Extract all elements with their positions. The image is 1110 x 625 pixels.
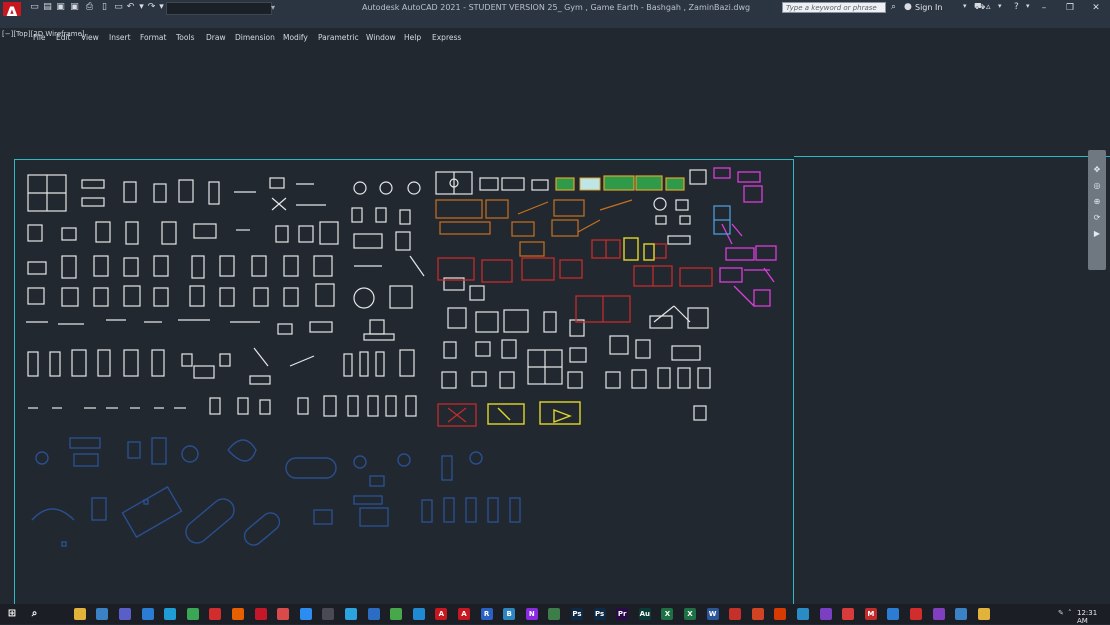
audition-icon[interactable]: Au (638, 608, 651, 620)
save-as-icon[interactable]: ▣ (70, 3, 79, 12)
taskbar-clock[interactable]: 12:31 AM (1077, 609, 1110, 625)
excel2-icon[interactable]: X (684, 608, 696, 620)
search-input[interactable]: Type a keyword or phrase (782, 2, 886, 13)
opera-gx-icon[interactable] (254, 608, 267, 620)
user-icon[interactable]: ● (904, 2, 912, 12)
menu-bar: File Edit View Insert Format Tools Draw … (0, 16, 1110, 42)
app15-icon[interactable] (910, 608, 922, 620)
chevron-down-icon[interactable]: ▾ (998, 2, 1002, 10)
app8-icon[interactable] (751, 608, 764, 620)
start-icon[interactable]: ⊞ (6, 608, 18, 620)
app18-icon[interactable] (977, 608, 990, 620)
minimize-icon[interactable]: – (1031, 0, 1057, 16)
steering-wheel-icon[interactable]: ◎ (1091, 180, 1103, 192)
viewport-controls[interactable]: [−][Top][2D Wireframe] (2, 30, 85, 38)
chrome-icon[interactable] (186, 608, 199, 620)
firefox-icon[interactable] (232, 608, 244, 620)
navigation-bar: ✥ ◎ ⊕ ⟳ ▶ (1088, 150, 1106, 270)
app14-icon[interactable] (887, 608, 900, 620)
app2-icon[interactable] (367, 608, 380, 620)
save-icon[interactable]: ▣ (56, 3, 65, 12)
app17-icon[interactable] (955, 608, 968, 620)
zoom-icon[interactable]: ⊕ (1091, 196, 1103, 208)
new-icon[interactable]: ▭ (30, 3, 39, 12)
autocad-icon[interactable]: A (435, 608, 448, 620)
autocad2-icon[interactable]: A (458, 608, 470, 620)
word-icon[interactable]: W (706, 608, 719, 620)
share-icon[interactable]: ▭ (114, 3, 123, 12)
orbit-icon[interactable]: ⟳ (1091, 212, 1103, 224)
title-bar: A ▭ ▤ ▣ ▣ ⎙ ▯ ▭ ↶ ▾ ↷ ▾ ▾ Autodesk AutoC… (0, 0, 1110, 26)
workspace-select[interactable] (166, 2, 272, 15)
search-icon[interactable]: ⌕ (891, 2, 896, 12)
opera-icon[interactable] (209, 608, 222, 620)
weather-icon[interactable] (96, 608, 109, 620)
store-icon[interactable] (51, 608, 64, 620)
app3-icon[interactable] (390, 608, 403, 620)
app16-icon[interactable] (932, 608, 945, 620)
mail-icon[interactable] (141, 608, 154, 620)
pen-icon[interactable]: ✎ (1058, 609, 1064, 617)
teams-icon[interactable] (119, 608, 131, 620)
app9-icon[interactable] (774, 608, 787, 620)
search-icon[interactable]: ⌕ (28, 608, 41, 620)
undo-icon[interactable]: ↶ (126, 3, 135, 12)
file-explorer-icon[interactable] (73, 608, 86, 620)
excel-icon[interactable]: X (661, 608, 674, 620)
cart-icon[interactable]: ⛟ (974, 2, 985, 13)
redo-icon[interactable]: ↷ (147, 3, 156, 12)
sign-in-button[interactable]: Sign In (915, 3, 942, 12)
chevron-down-icon[interactable]: ▾ (271, 3, 275, 12)
chevron-down-icon[interactable]: ▾ (963, 2, 967, 10)
open-icon[interactable]: ▤ (43, 3, 52, 12)
showmotion-icon[interactable]: ▶ (1091, 228, 1103, 240)
gym-block-symbols[interactable] (14, 160, 794, 560)
app10-icon[interactable] (797, 608, 809, 620)
layout-boundary-line (794, 156, 1110, 157)
app7-icon[interactable] (729, 608, 742, 620)
photoshop-icon[interactable]: Ps (571, 608, 583, 620)
app11-icon[interactable] (819, 608, 832, 620)
chevron-down-icon[interactable]: ▾ (1026, 2, 1030, 10)
help-icon[interactable]: ? (1014, 2, 1019, 12)
revit-icon[interactable]: R (480, 608, 493, 620)
exchange-icon[interactable]: ▵ (986, 2, 991, 12)
edge-icon[interactable] (164, 608, 177, 620)
app4-icon[interactable]: B (503, 608, 516, 620)
settings-icon[interactable] (322, 608, 335, 620)
windows-taskbar: ⊞ ⌕ A A R B N Ps Ps Pr Au X X W M (0, 604, 1110, 624)
photoshop2-icon[interactable]: Ps (593, 608, 606, 620)
redo-dropdown-icon[interactable]: ▾ (157, 3, 166, 12)
app12-icon[interactable] (842, 608, 855, 620)
print-icon[interactable]: ⎙ (85, 3, 94, 12)
window-title: Autodesk AutoCAD 2021 - STUDENT VERSION … (362, 3, 751, 12)
browser-icon[interactable] (277, 608, 290, 620)
premiere-icon[interactable]: Pr (616, 608, 629, 620)
app5-icon[interactable]: N (525, 608, 538, 620)
undo-dropdown-icon[interactable]: ▾ (137, 3, 146, 12)
plot-icon[interactable]: ▯ (100, 3, 109, 12)
maximize-icon[interactable]: ❐ (1057, 0, 1083, 16)
telegram-icon[interactable] (345, 608, 357, 620)
app6-icon[interactable] (548, 608, 561, 620)
chevron-up-icon[interactable]: ˄ (1068, 609, 1072, 617)
close-icon[interactable]: ✕ (1083, 0, 1109, 16)
vscode-icon[interactable] (412, 608, 425, 620)
app-icon[interactable] (299, 608, 312, 620)
pan-icon[interactable]: ✥ (1091, 164, 1103, 176)
app13-icon[interactable]: M (864, 608, 877, 620)
autocad-window: A ▭ ▤ ▣ ▣ ⎙ ▯ ▭ ↶ ▾ ↷ ▾ ▾ Autodesk AutoC… (0, 0, 1110, 607)
